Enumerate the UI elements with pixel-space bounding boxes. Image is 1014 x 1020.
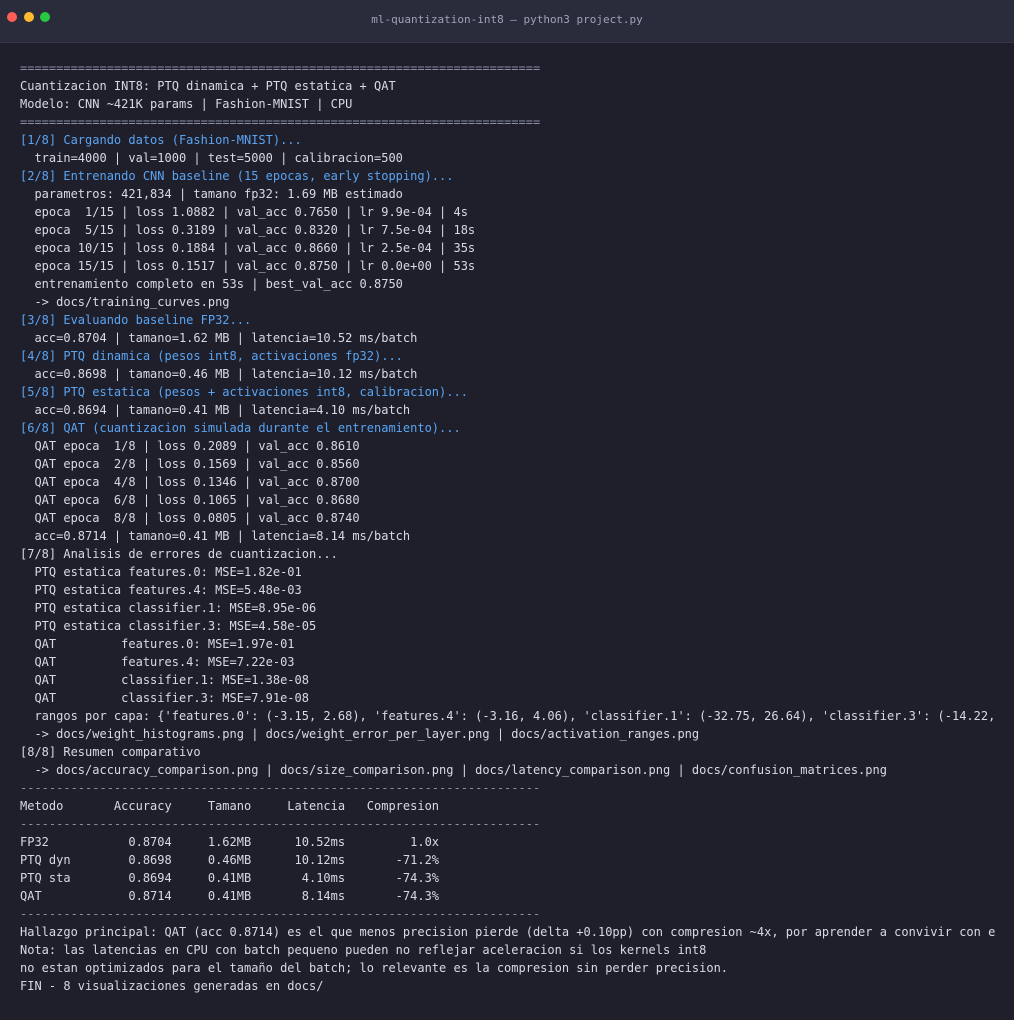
terminal-line: no estan optimizados para el tamaño del … <box>20 961 729 975</box>
terminal-line: entrenamiento completo en 53s | best_val… <box>20 277 403 291</box>
terminal-line: [5/8] PTQ estatica (pesos + activaciones… <box>20 385 468 399</box>
terminal-line: train=4000 | val=1000 | test=5000 | cali… <box>20 151 403 165</box>
terminal-line: -> docs/training_curves.png <box>20 295 230 309</box>
terminal-line: epoca 15/15 | loss 0.1517 | val_acc 0.87… <box>20 259 476 273</box>
window-title: ml-quantization-int8 — python3 project.p… <box>371 13 643 26</box>
terminal-line: QAT 0.8714 0.41MB 8.14ms -74.3% <box>20 889 440 903</box>
terminal-line: FIN - 8 visualizaciones generadas en doc… <box>20 979 324 993</box>
terminal-line: [4/8] PTQ dinamica (pesos int8, activaci… <box>20 349 403 363</box>
terminal-line: rangos por capa: {'features.0': (-3.15, … <box>20 709 996 723</box>
terminal-window: ml-quantization-int8 — python3 project.p… <box>0 0 1014 1020</box>
title-bar: ml-quantization-int8 — python3 project.p… <box>0 0 1014 43</box>
terminal-line: Metodo Accuracy Tamano Latencia Compresi… <box>20 799 440 813</box>
terminal-line: acc=0.8704 | tamano=1.62 MB | latencia=1… <box>20 331 418 345</box>
terminal-line: epoca 5/15 | loss 0.3189 | val_acc 0.832… <box>20 223 476 237</box>
terminal-line: -> docs/accuracy_comparison.png | docs/s… <box>20 763 887 777</box>
terminal-output[interactable]: ========================================… <box>20 59 1010 995</box>
terminal-line: [8/8] Resumen comparativo <box>20 745 201 759</box>
terminal-line: -> docs/weight_histograms.png | docs/wei… <box>20 727 700 741</box>
terminal-line: FP32 0.8704 1.62MB 10.52ms 1.0x <box>20 835 440 849</box>
terminal-line: PTQ estatica features.0: MSE=1.82e-01 <box>20 565 302 579</box>
terminal-line: ----------------------------------------… <box>20 781 541 795</box>
terminal-line: ========================================… <box>20 61 541 75</box>
terminal-line: ========================================… <box>20 115 541 129</box>
terminal-line: [7/8] Analisis de errores de cuantizacio… <box>20 547 338 561</box>
terminal-line: PTQ dyn 0.8698 0.46MB 10.12ms -71.2% <box>20 853 440 867</box>
terminal-line: epoca 10/15 | loss 0.1884 | val_acc 0.86… <box>20 241 476 255</box>
terminal-line: QAT epoca 8/8 | loss 0.0805 | val_acc 0.… <box>20 511 360 525</box>
terminal-line: acc=0.8714 | tamano=0.41 MB | latencia=8… <box>20 529 411 543</box>
terminal-line: ----------------------------------------… <box>20 817 541 831</box>
terminal-line: acc=0.8694 | tamano=0.41 MB | latencia=4… <box>20 403 411 417</box>
terminal-line: QAT epoca 1/8 | loss 0.2089 | val_acc 0.… <box>20 439 360 453</box>
terminal-line: acc=0.8698 | tamano=0.46 MB | latencia=1… <box>20 367 418 381</box>
terminal-line: QAT features.0: MSE=1.97e-01 <box>20 637 295 651</box>
terminal-line: PTQ estatica features.4: MSE=5.48e-03 <box>20 583 302 597</box>
terminal-line: ----------------------------------------… <box>20 907 541 921</box>
terminal-line: parametros: 421,834 | tamano fp32: 1.69 … <box>20 187 403 201</box>
terminal-line: [6/8] QAT (cuantizacion simulada durante… <box>20 421 461 435</box>
terminal-line: QAT classifier.1: MSE=1.38e-08 <box>20 673 309 687</box>
terminal-line: [2/8] Entrenando CNN baseline (15 epocas… <box>20 169 454 183</box>
terminal-line: Nota: las latencias en CPU con batch peq… <box>20 943 707 957</box>
terminal-line: Hallazgo principal: QAT (acc 0.8714) es … <box>20 925 996 939</box>
terminal-line: QAT epoca 4/8 | loss 0.1346 | val_acc 0.… <box>20 475 360 489</box>
terminal-line: PTQ estatica classifier.1: MSE=8.95e-06 <box>20 601 317 615</box>
terminal-line: [3/8] Evaluando baseline FP32... <box>20 313 252 327</box>
terminal-line: Modelo: CNN ~421K params | Fashion-MNIST… <box>20 97 353 111</box>
terminal-line: Cuantizacion INT8: PTQ dinamica + PTQ es… <box>20 79 396 93</box>
terminal-line: QAT epoca 6/8 | loss 0.1065 | val_acc 0.… <box>20 493 360 507</box>
terminal-line: epoca 1/15 | loss 1.0882 | val_acc 0.765… <box>20 205 468 219</box>
terminal-line: [1/8] Cargando datos (Fashion-MNIST)... <box>20 133 302 147</box>
terminal-line: PTQ sta 0.8694 0.41MB 4.10ms -74.3% <box>20 871 440 885</box>
terminal-line: QAT classifier.3: MSE=7.91e-08 <box>20 691 309 705</box>
terminal-line: PTQ estatica classifier.3: MSE=4.58e-05 <box>20 619 317 633</box>
terminal-line: QAT features.4: MSE=7.22e-03 <box>20 655 295 669</box>
terminal-line: QAT epoca 2/8 | loss 0.1569 | val_acc 0.… <box>20 457 360 471</box>
